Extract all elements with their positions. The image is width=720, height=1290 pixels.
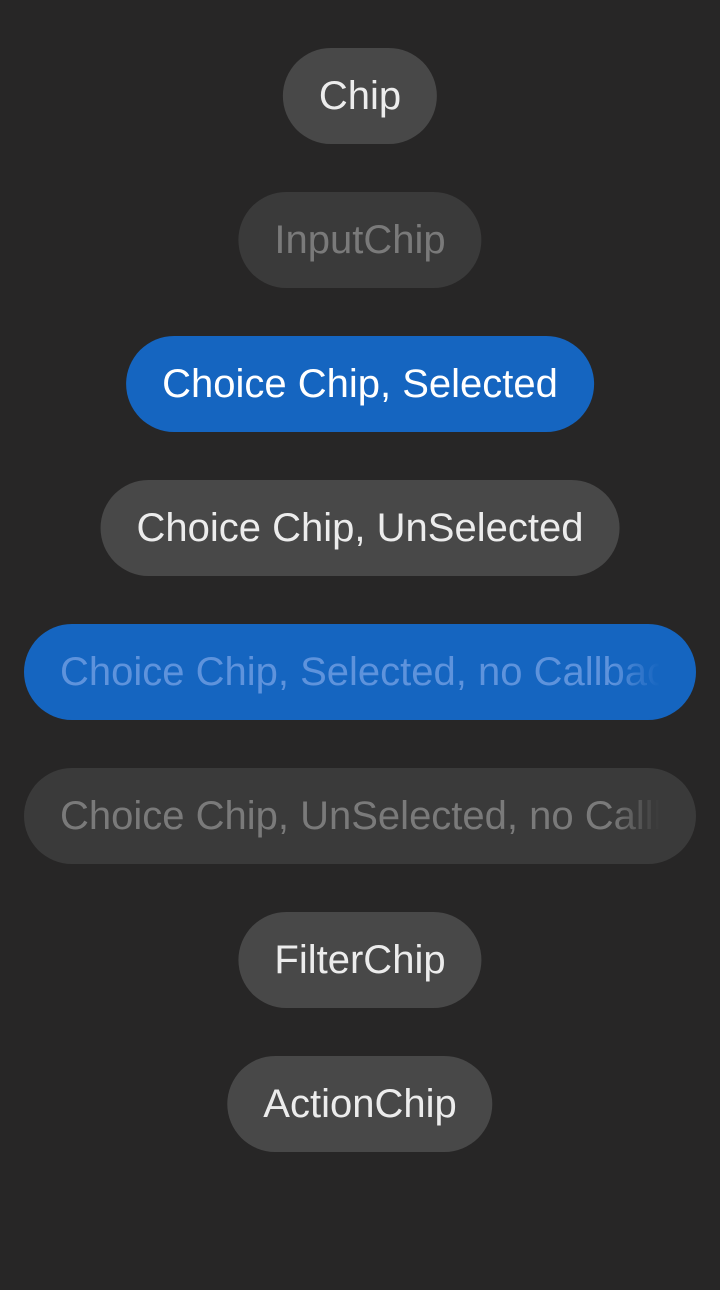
- choice-chip-unselected-label: Choice Chip, UnSelected: [136, 505, 584, 550]
- action-chip-label: ActionChip: [263, 1081, 457, 1126]
- action-chip[interactable]: ActionChip: [227, 1056, 493, 1152]
- choice-chip-selected[interactable]: Choice Chip, Selected: [126, 336, 594, 432]
- filter-chip-label: FilterChip: [274, 937, 446, 982]
- choice-chip-selected-label: Choice Chip, Selected: [162, 361, 558, 406]
- choice-chip-selected-no-callback-label: Choice Chip, Selected, no Callback: [60, 649, 660, 694]
- chip[interactable]: Chip: [282, 48, 438, 144]
- input-chip-label: InputChip: [274, 217, 446, 262]
- input-chip: InputChip: [238, 192, 482, 288]
- choice-chip-unselected-no-callback-label: Choice Chip, UnSelected, no Callback: [60, 793, 660, 838]
- choice-chip-unselected-no-callback: Choice Chip, UnSelected, no Callback: [24, 768, 696, 864]
- choice-chip-selected-no-callback: Choice Chip, Selected, no Callback: [24, 624, 696, 720]
- filter-chip[interactable]: FilterChip: [238, 912, 482, 1008]
- chips-gallery: Chip InputChip Choice Chip, Selected Cho…: [0, 0, 720, 1290]
- chip-label: Chip: [318, 73, 402, 118]
- choice-chip-unselected[interactable]: Choice Chip, UnSelected: [100, 480, 620, 576]
